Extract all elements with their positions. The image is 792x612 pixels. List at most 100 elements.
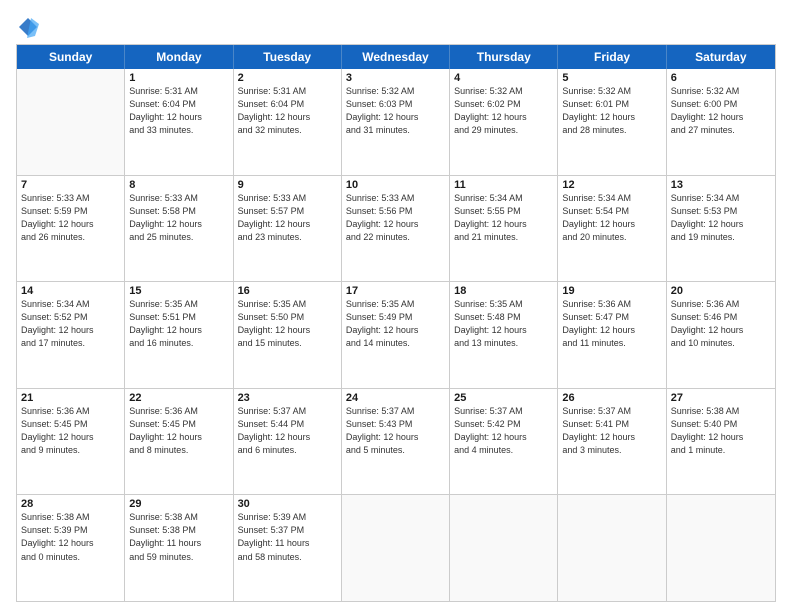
cell-info: Sunrise: 5:36 AM Sunset: 5:46 PM Dayligh…: [671, 298, 771, 350]
day-number: 3: [346, 72, 445, 84]
day-number: 5: [562, 72, 661, 84]
calendar-cell: 26Sunrise: 5:37 AM Sunset: 5:41 PM Dayli…: [558, 389, 666, 495]
calendar-cell: 24Sunrise: 5:37 AM Sunset: 5:43 PM Dayli…: [342, 389, 450, 495]
cell-info: Sunrise: 5:33 AM Sunset: 5:59 PM Dayligh…: [21, 192, 120, 244]
cell-info: Sunrise: 5:36 AM Sunset: 5:47 PM Dayligh…: [562, 298, 661, 350]
calendar-cell: 11Sunrise: 5:34 AM Sunset: 5:55 PM Dayli…: [450, 176, 558, 282]
page: SundayMondayTuesdayWednesdayThursdayFrid…: [0, 0, 792, 612]
cell-info: Sunrise: 5:31 AM Sunset: 6:04 PM Dayligh…: [238, 85, 337, 137]
cell-info: Sunrise: 5:33 AM Sunset: 5:58 PM Dayligh…: [129, 192, 228, 244]
calendar-cell: 9Sunrise: 5:33 AM Sunset: 5:57 PM Daylig…: [234, 176, 342, 282]
day-number: 7: [21, 179, 120, 191]
day-number: 23: [238, 392, 337, 404]
calendar-cell: 14Sunrise: 5:34 AM Sunset: 5:52 PM Dayli…: [17, 282, 125, 388]
cell-info: Sunrise: 5:33 AM Sunset: 5:57 PM Dayligh…: [238, 192, 337, 244]
calendar-cell: 15Sunrise: 5:35 AM Sunset: 5:51 PM Dayli…: [125, 282, 233, 388]
cell-info: Sunrise: 5:36 AM Sunset: 5:45 PM Dayligh…: [129, 405, 228, 457]
header-day-wednesday: Wednesday: [342, 45, 450, 69]
calendar: SundayMondayTuesdayWednesdayThursdayFrid…: [16, 44, 776, 602]
header-day-friday: Friday: [558, 45, 666, 69]
calendar-cell: 19Sunrise: 5:36 AM Sunset: 5:47 PM Dayli…: [558, 282, 666, 388]
cell-info: Sunrise: 5:32 AM Sunset: 6:02 PM Dayligh…: [454, 85, 553, 137]
calendar-cell: 25Sunrise: 5:37 AM Sunset: 5:42 PM Dayli…: [450, 389, 558, 495]
cell-info: Sunrise: 5:37 AM Sunset: 5:44 PM Dayligh…: [238, 405, 337, 457]
calendar-cell: 8Sunrise: 5:33 AM Sunset: 5:58 PM Daylig…: [125, 176, 233, 282]
calendar-cell: 12Sunrise: 5:34 AM Sunset: 5:54 PM Dayli…: [558, 176, 666, 282]
calendar-row-3: 21Sunrise: 5:36 AM Sunset: 5:45 PM Dayli…: [17, 389, 775, 496]
cell-info: Sunrise: 5:32 AM Sunset: 6:00 PM Dayligh…: [671, 85, 771, 137]
day-number: 11: [454, 179, 553, 191]
header-day-sunday: Sunday: [17, 45, 125, 69]
day-number: 18: [454, 285, 553, 297]
day-number: 16: [238, 285, 337, 297]
day-number: 21: [21, 392, 120, 404]
calendar-cell: 27Sunrise: 5:38 AM Sunset: 5:40 PM Dayli…: [667, 389, 775, 495]
header-day-thursday: Thursday: [450, 45, 558, 69]
cell-info: Sunrise: 5:35 AM Sunset: 5:51 PM Dayligh…: [129, 298, 228, 350]
day-number: 2: [238, 72, 337, 84]
header: [16, 16, 776, 34]
day-number: 20: [671, 285, 771, 297]
day-number: 30: [238, 498, 337, 510]
header-day-monday: Monday: [125, 45, 233, 69]
cell-info: Sunrise: 5:35 AM Sunset: 5:49 PM Dayligh…: [346, 298, 445, 350]
calendar-cell: 4Sunrise: 5:32 AM Sunset: 6:02 PM Daylig…: [450, 69, 558, 175]
cell-info: Sunrise: 5:34 AM Sunset: 5:54 PM Dayligh…: [562, 192, 661, 244]
cell-info: Sunrise: 5:35 AM Sunset: 5:50 PM Dayligh…: [238, 298, 337, 350]
calendar-cell: 18Sunrise: 5:35 AM Sunset: 5:48 PM Dayli…: [450, 282, 558, 388]
calendar-cell: 29Sunrise: 5:38 AM Sunset: 5:38 PM Dayli…: [125, 495, 233, 601]
calendar-cell: [17, 69, 125, 175]
day-number: 13: [671, 179, 771, 191]
day-number: 8: [129, 179, 228, 191]
calendar-body: 1Sunrise: 5:31 AM Sunset: 6:04 PM Daylig…: [17, 69, 775, 601]
calendar-cell: 30Sunrise: 5:39 AM Sunset: 5:37 PM Dayli…: [234, 495, 342, 601]
day-number: 12: [562, 179, 661, 191]
header-day-saturday: Saturday: [667, 45, 775, 69]
calendar-cell: 23Sunrise: 5:37 AM Sunset: 5:44 PM Dayli…: [234, 389, 342, 495]
day-number: 14: [21, 285, 120, 297]
calendar-row-2: 14Sunrise: 5:34 AM Sunset: 5:52 PM Dayli…: [17, 282, 775, 389]
calendar-cell: 16Sunrise: 5:35 AM Sunset: 5:50 PM Dayli…: [234, 282, 342, 388]
cell-info: Sunrise: 5:38 AM Sunset: 5:38 PM Dayligh…: [129, 511, 228, 563]
cell-info: Sunrise: 5:38 AM Sunset: 5:40 PM Dayligh…: [671, 405, 771, 457]
calendar-cell: 2Sunrise: 5:31 AM Sunset: 6:04 PM Daylig…: [234, 69, 342, 175]
cell-info: Sunrise: 5:39 AM Sunset: 5:37 PM Dayligh…: [238, 511, 337, 563]
day-number: 19: [562, 285, 661, 297]
calendar-cell: 28Sunrise: 5:38 AM Sunset: 5:39 PM Dayli…: [17, 495, 125, 601]
day-number: 4: [454, 72, 553, 84]
logo-icon: [17, 16, 39, 38]
cell-info: Sunrise: 5:32 AM Sunset: 6:01 PM Dayligh…: [562, 85, 661, 137]
cell-info: Sunrise: 5:35 AM Sunset: 5:48 PM Dayligh…: [454, 298, 553, 350]
calendar-cell: [450, 495, 558, 601]
calendar-cell: 5Sunrise: 5:32 AM Sunset: 6:01 PM Daylig…: [558, 69, 666, 175]
day-number: 29: [129, 498, 228, 510]
calendar-cell: 22Sunrise: 5:36 AM Sunset: 5:45 PM Dayli…: [125, 389, 233, 495]
day-number: 25: [454, 392, 553, 404]
cell-info: Sunrise: 5:37 AM Sunset: 5:41 PM Dayligh…: [562, 405, 661, 457]
calendar-cell: 1Sunrise: 5:31 AM Sunset: 6:04 PM Daylig…: [125, 69, 233, 175]
cell-info: Sunrise: 5:36 AM Sunset: 5:45 PM Dayligh…: [21, 405, 120, 457]
day-number: 27: [671, 392, 771, 404]
day-number: 28: [21, 498, 120, 510]
day-number: 15: [129, 285, 228, 297]
cell-info: Sunrise: 5:37 AM Sunset: 5:43 PM Dayligh…: [346, 405, 445, 457]
calendar-row-4: 28Sunrise: 5:38 AM Sunset: 5:39 PM Dayli…: [17, 495, 775, 601]
calendar-cell: 20Sunrise: 5:36 AM Sunset: 5:46 PM Dayli…: [667, 282, 775, 388]
calendar-cell: 10Sunrise: 5:33 AM Sunset: 5:56 PM Dayli…: [342, 176, 450, 282]
calendar-cell: 7Sunrise: 5:33 AM Sunset: 5:59 PM Daylig…: [17, 176, 125, 282]
cell-info: Sunrise: 5:31 AM Sunset: 6:04 PM Dayligh…: [129, 85, 228, 137]
calendar-cell: 17Sunrise: 5:35 AM Sunset: 5:49 PM Dayli…: [342, 282, 450, 388]
cell-info: Sunrise: 5:34 AM Sunset: 5:52 PM Dayligh…: [21, 298, 120, 350]
logo: [16, 16, 40, 34]
day-number: 24: [346, 392, 445, 404]
calendar-cell: [558, 495, 666, 601]
cell-info: Sunrise: 5:38 AM Sunset: 5:39 PM Dayligh…: [21, 511, 120, 563]
cell-info: Sunrise: 5:34 AM Sunset: 5:53 PM Dayligh…: [671, 192, 771, 244]
cell-info: Sunrise: 5:34 AM Sunset: 5:55 PM Dayligh…: [454, 192, 553, 244]
cell-info: Sunrise: 5:32 AM Sunset: 6:03 PM Dayligh…: [346, 85, 445, 137]
day-number: 6: [671, 72, 771, 84]
calendar-cell: 3Sunrise: 5:32 AM Sunset: 6:03 PM Daylig…: [342, 69, 450, 175]
calendar-header: SundayMondayTuesdayWednesdayThursdayFrid…: [17, 45, 775, 69]
day-number: 9: [238, 179, 337, 191]
calendar-row-0: 1Sunrise: 5:31 AM Sunset: 6:04 PM Daylig…: [17, 69, 775, 176]
